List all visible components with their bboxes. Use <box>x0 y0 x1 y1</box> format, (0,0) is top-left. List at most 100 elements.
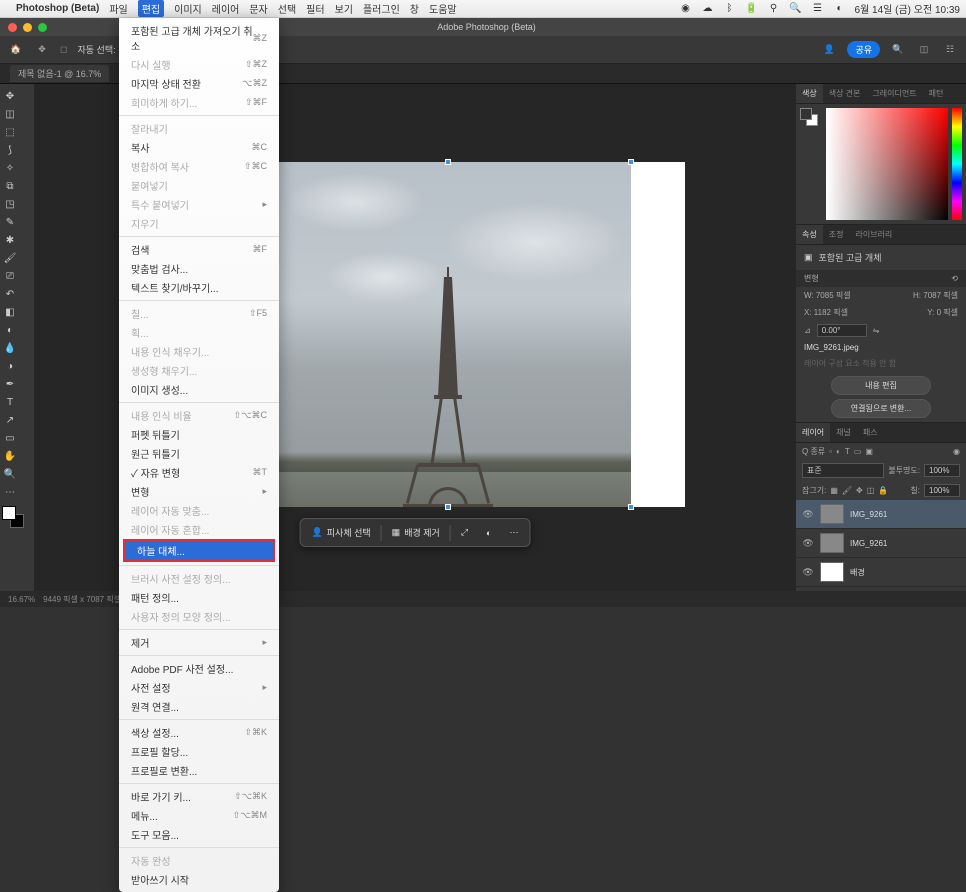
heal-icon[interactable]: ✱ <box>3 233 17 247</box>
spotlight-icon[interactable]: 🔍 <box>789 2 803 16</box>
menu-item[interactable]: 프로필 할당... <box>119 742 279 761</box>
color-panel[interactable] <box>796 104 966 224</box>
battery-icon[interactable]: 🔋 <box>745 2 759 16</box>
move-tool-icon[interactable]: ✥ <box>34 42 50 58</box>
zoom-tool-icon[interactable]: 🔍 <box>3 467 17 481</box>
menu-plugin[interactable]: 플러그인 <box>363 1 400 16</box>
arrange-icon[interactable]: ☷ <box>942 42 958 58</box>
traffic-lights[interactable] <box>0 23 47 32</box>
lock-pos-icon[interactable]: ✥ <box>856 486 863 495</box>
transform-section[interactable]: 변형 <box>804 273 819 284</box>
hand-icon[interactable]: ✋ <box>3 449 17 463</box>
menu-item[interactable]: 원근 뒤틀기 <box>119 444 279 463</box>
layer-name[interactable]: IMG_9261 <box>850 510 887 519</box>
menu-item[interactable]: 복사⌘C <box>119 138 279 157</box>
flip-h-icon[interactable]: ⇋ <box>873 326 880 335</box>
clock[interactable]: 6월 14일 (금) 오전 10:39 <box>855 1 960 16</box>
color-field[interactable] <box>826 108 948 220</box>
app-name[interactable]: Photoshop (Beta) <box>16 3 99 14</box>
brush-icon[interactable]: 🖌 <box>3 251 17 265</box>
frame-icon[interactable]: ◳ <box>3 197 17 211</box>
handle-tr[interactable] <box>628 159 634 165</box>
eyedrop-icon[interactable]: ✎ <box>3 215 17 229</box>
visibility-icon[interactable]: 👁 <box>802 509 814 520</box>
layer-row[interactable]: 👁 배경 <box>796 558 966 587</box>
menu-edit[interactable]: 편집 <box>138 0 164 17</box>
layer-thumb[interactable] <box>820 504 844 524</box>
move-tool-icon[interactable]: ✥ <box>3 89 17 103</box>
menu-item[interactable]: 원격 연결... <box>119 697 279 716</box>
tab-properties[interactable]: 속성 <box>796 225 823 244</box>
handle-bm[interactable] <box>445 504 451 510</box>
menu-item[interactable]: 맞춤법 검사... <box>119 259 279 278</box>
filter-shape-icon[interactable]: ▭ <box>854 447 862 456</box>
tab-paths[interactable]: 패스 <box>857 423 884 442</box>
path-icon[interactable]: ↗ <box>3 413 17 427</box>
angle-field[interactable]: 0.00° <box>817 324 867 337</box>
menu-item[interactable]: 퍼펫 뒤틀기 <box>119 425 279 444</box>
handle-tm[interactable] <box>445 159 451 165</box>
reset-icon[interactable]: ⟲ <box>951 274 958 283</box>
fgbg-swatch[interactable] <box>2 506 24 528</box>
shape-icon[interactable]: ▭ <box>3 431 17 445</box>
type-icon[interactable]: T <box>3 395 17 409</box>
menu-image[interactable]: 이미지 <box>174 1 202 16</box>
lock-all-icon[interactable]: 🔒 <box>878 486 888 495</box>
menu-item[interactable]: Adobe PDF 사전 설정... <box>119 659 279 678</box>
minimize-icon[interactable] <box>23 23 32 32</box>
tab-patterns[interactable]: 패턴 <box>923 84 950 103</box>
menu-item[interactable]: 변형▸ <box>119 482 279 501</box>
hue-slider[interactable] <box>952 108 962 220</box>
menu-item[interactable]: 텍스트 찾기/바꾸기... <box>119 278 279 297</box>
blend-mode-select[interactable]: 표준 <box>802 463 884 478</box>
filter-smart-icon[interactable]: ▣ <box>865 447 873 456</box>
zoom-value[interactable]: 16.67% <box>8 595 35 604</box>
menu-window[interactable]: 창 <box>410 1 419 16</box>
menu-item[interactable]: 패턴 정의... <box>119 588 279 607</box>
canvas[interactable] <box>265 162 685 507</box>
share-button[interactable]: 공유 <box>847 41 880 58</box>
history-icon[interactable]: ↶ <box>3 287 17 301</box>
remove-bg-button[interactable]: ▦배경 제거 <box>384 522 448 543</box>
layer-row[interactable]: 👁 IMG_9261 <box>796 500 966 529</box>
menu-item[interactable]: 바로 가기 키...⇧⌥⌘K <box>119 787 279 806</box>
layer-row[interactable]: 👁 IMG_9261 <box>796 529 966 558</box>
filter-adj-icon[interactable]: ◐ <box>836 447 841 456</box>
menu-help[interactable]: 도움말 <box>429 1 457 16</box>
home-icon[interactable]: 🏠 <box>8 42 24 58</box>
gradient-icon[interactable]: ◐ <box>3 323 17 337</box>
menu-type[interactable]: 문자 <box>249 1 267 16</box>
adjust-button[interactable]: ◐ <box>478 524 499 542</box>
pen-icon[interactable]: ✒ <box>3 377 17 391</box>
menu-layer[interactable]: 레이어 <box>212 1 240 16</box>
more-icon[interactable]: ⋯ <box>3 485 17 499</box>
menu-item[interactable]: 마지막 상태 전환⌥⌘Z <box>119 74 279 93</box>
opacity-field[interactable]: 100% <box>924 464 960 477</box>
menu-item[interactable]: 이미지 생성... <box>119 380 279 399</box>
doc-tab[interactable]: 제목 없음-1 @ 16.7% <box>10 65 109 82</box>
menu-item[interactable]: 검색⌘F <box>119 240 279 259</box>
fill-field[interactable]: 100% <box>924 484 960 497</box>
crop-icon[interactable]: ⧉ <box>3 179 17 193</box>
siri-icon[interactable]: ◐ <box>833 2 847 16</box>
menu-item[interactable]: 포함된 고급 개체 가져오기 취소⌘Z <box>119 21 279 55</box>
menu-view[interactable]: 보기 <box>335 1 353 16</box>
layer-name[interactable]: 배경 <box>850 567 865 578</box>
filter-toggle[interactable]: ◉ <box>953 447 960 456</box>
menu-item[interactable]: 사전 설정▸ <box>119 678 279 697</box>
fg-bg-swatch[interactable] <box>800 108 818 126</box>
menu-item[interactable]: 하늘 대체... <box>123 539 275 562</box>
menu-item[interactable]: ✓ 자유 변형⌘T <box>119 463 279 482</box>
transform-button[interactable]: ⤢ <box>453 523 476 542</box>
menu-item[interactable]: 받아쓰기 시작 <box>119 870 279 889</box>
cc-menu-icon[interactable]: ☰ <box>811 2 825 16</box>
more-button[interactable]: ⋯ <box>501 523 526 542</box>
bt-icon[interactable]: ᛒ <box>723 2 737 16</box>
menu-item[interactable]: 제거▸ <box>119 633 279 652</box>
lock-paint-icon[interactable]: 🖌 <box>842 486 852 495</box>
layer-name[interactable]: IMG_9261 <box>850 539 887 548</box>
filter-type-icon[interactable]: T <box>845 447 850 456</box>
filter-img-icon[interactable]: ▫ <box>829 447 832 456</box>
tab-channels[interactable]: 채널 <box>830 423 857 442</box>
edit-contents-button[interactable]: 내용 편집 <box>831 376 931 395</box>
